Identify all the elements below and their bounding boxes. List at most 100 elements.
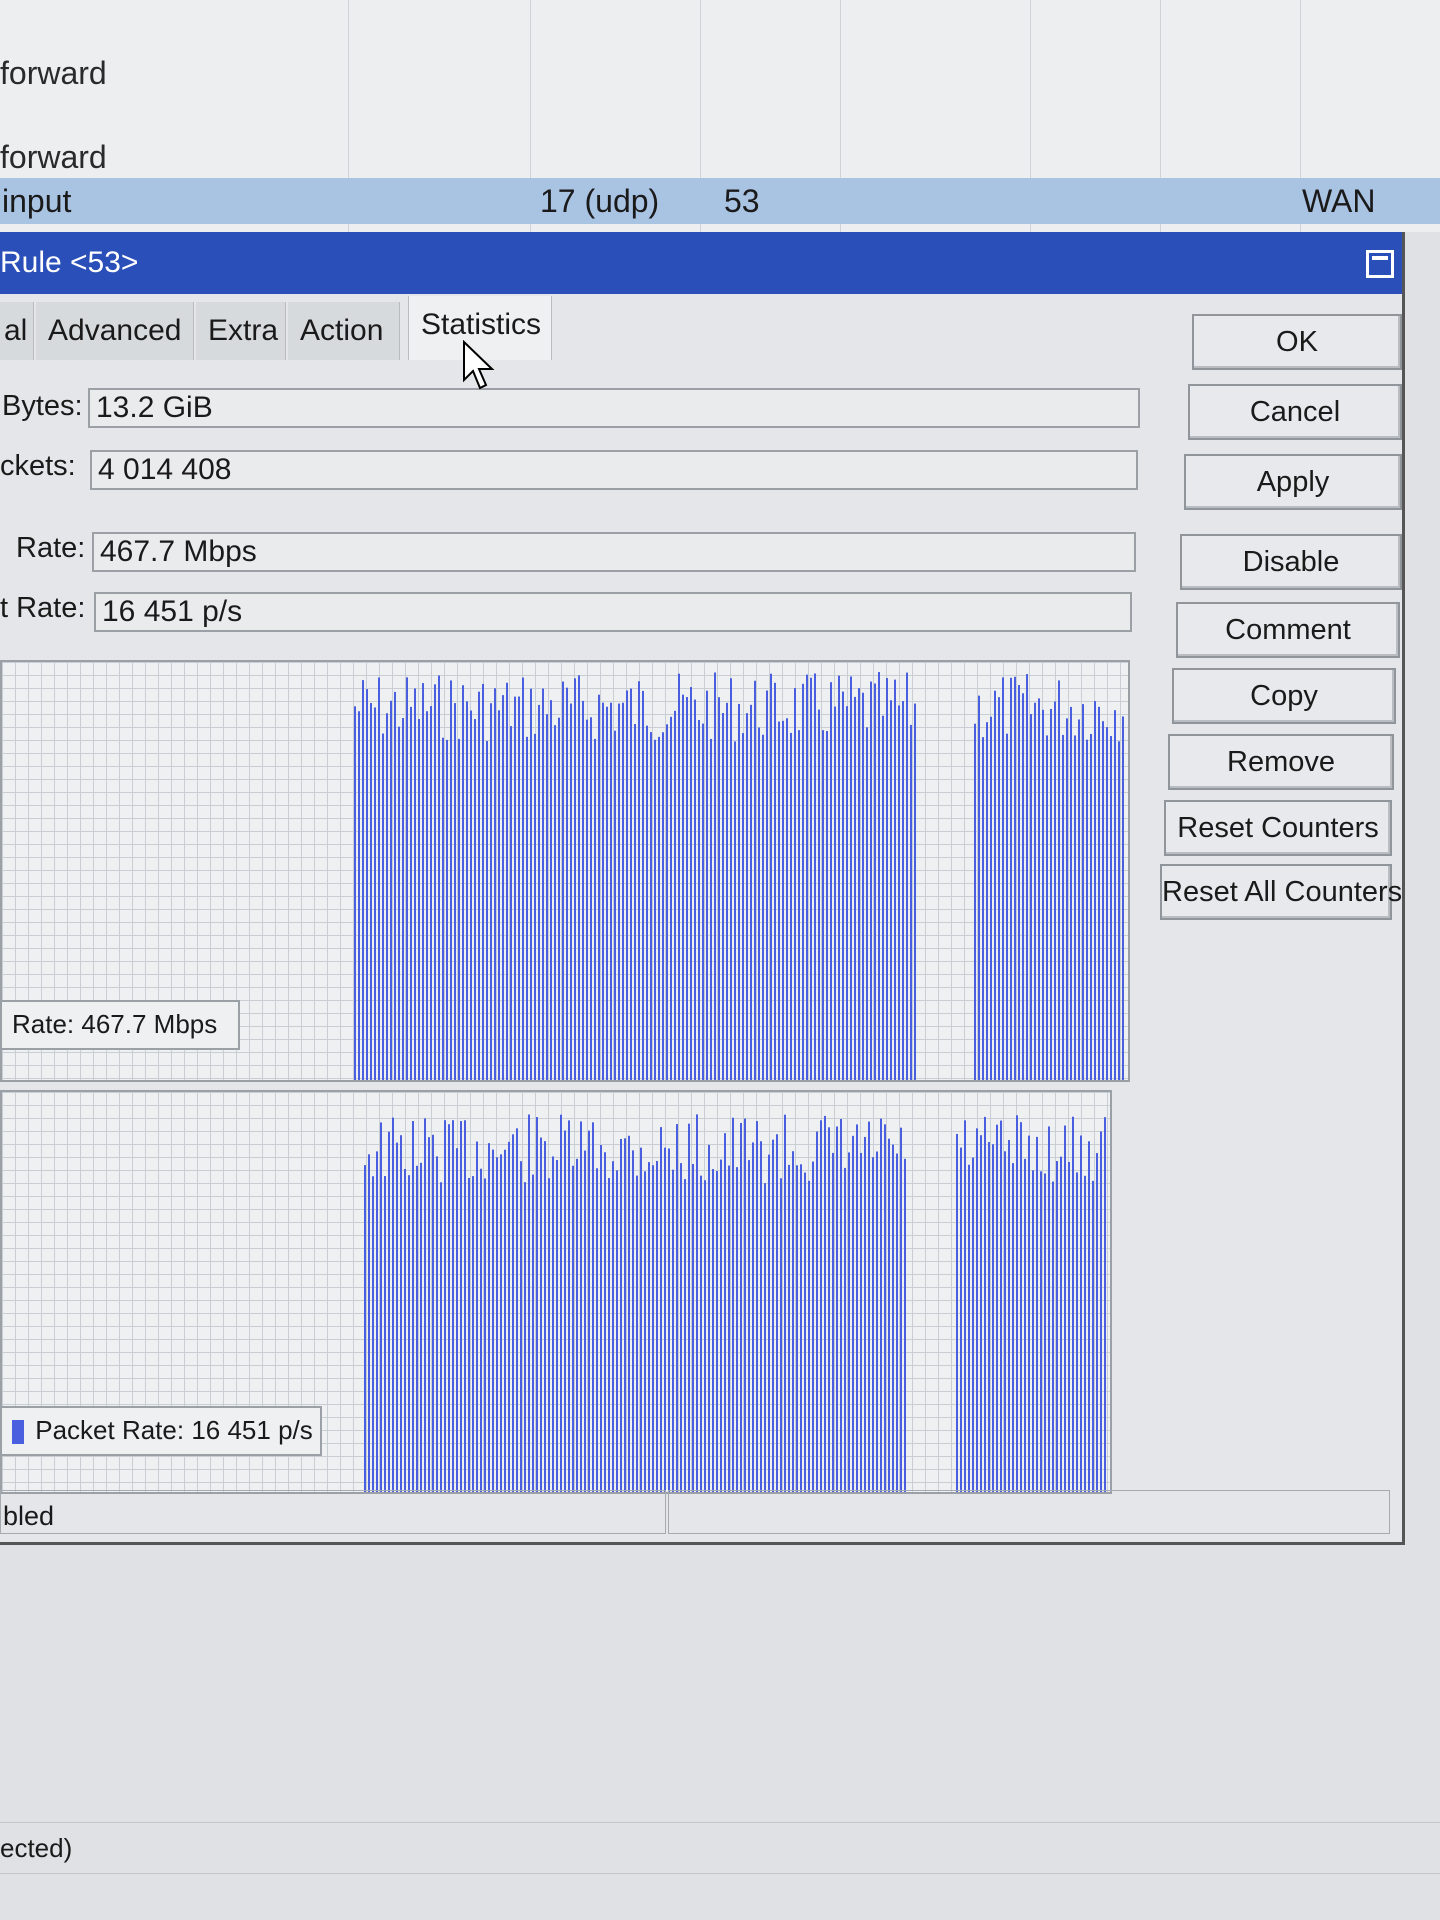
traffic-bar — [448, 1124, 450, 1492]
traffic-bar — [648, 1162, 650, 1492]
traffic-bar — [706, 690, 708, 1080]
traffic-bar — [1064, 1125, 1066, 1492]
traffic-bar — [776, 1134, 778, 1492]
traffic-bar — [494, 688, 496, 1080]
cancel-button[interactable]: Cancel — [1188, 384, 1402, 440]
traffic-bar — [808, 1180, 810, 1492]
traffic-bar — [470, 710, 472, 1080]
tab-action[interactable]: Action — [288, 302, 400, 360]
reset-all-counters-button[interactable]: Reset All Counters — [1160, 864, 1402, 920]
rule-row-selected[interactable]: input 17 (udp) 53 WAN — [0, 178, 1440, 224]
traffic-bar — [472, 1176, 474, 1492]
comment-button[interactable]: Comment — [1176, 602, 1400, 658]
traffic-bar — [904, 1158, 906, 1492]
traffic-bar — [980, 1135, 982, 1492]
traffic-bar — [456, 1148, 458, 1492]
traffic-bar — [548, 1178, 550, 1492]
traffic-bar — [532, 1174, 534, 1492]
selection-status: ected) — [0, 1833, 73, 1863]
traffic-bar — [894, 679, 896, 1080]
reset-counters-button[interactable]: Reset Counters — [1164, 800, 1392, 856]
tab-advanced[interactable]: Advanced — [36, 302, 194, 360]
traffic-bar — [802, 683, 804, 1080]
traffic-bar — [600, 1145, 602, 1492]
traffic-bar — [1076, 1172, 1078, 1492]
traffic-bar — [508, 1141, 510, 1492]
traffic-bar — [824, 1115, 826, 1492]
traffic-bar — [748, 1160, 750, 1492]
traffic-bar — [450, 680, 452, 1080]
traffic-bar — [688, 1123, 690, 1492]
traffic-bar — [816, 1131, 818, 1492]
traffic-bar — [392, 1117, 394, 1492]
traffic-bar — [626, 690, 628, 1080]
disable-button[interactable]: Disable — [1180, 534, 1402, 590]
traffic-bar — [546, 714, 548, 1080]
traffic-bar — [562, 681, 564, 1080]
rule-row[interactable]: forward — [0, 50, 1440, 96]
packet-rate-field[interactable]: 16 451 p/s — [94, 592, 1132, 632]
traffic-bar — [432, 1134, 434, 1492]
traffic-bar — [578, 675, 580, 1080]
traffic-bar — [476, 1141, 478, 1492]
traffic-bar — [690, 687, 692, 1080]
remove-button[interactable]: Remove — [1168, 734, 1394, 790]
traffic-bar — [998, 697, 1000, 1080]
traffic-bar — [552, 1156, 554, 1492]
traffic-bar — [610, 702, 612, 1080]
dialog-titlebar[interactable]: Rule <53> — [0, 232, 1402, 294]
traffic-bar — [698, 720, 700, 1080]
traffic-bar — [1030, 714, 1032, 1080]
traffic-bar — [832, 1152, 834, 1492]
traffic-bar — [478, 691, 480, 1080]
traffic-bar — [906, 672, 908, 1080]
traffic-bar — [526, 736, 528, 1080]
tab-general[interactable]: al — [0, 302, 34, 360]
traffic-bar — [602, 702, 604, 1080]
traffic-bar — [598, 694, 600, 1080]
traffic-bar — [986, 722, 988, 1080]
traffic-bar — [880, 1118, 882, 1492]
traffic-bar — [426, 711, 428, 1080]
traffic-bar — [504, 1149, 506, 1492]
traffic-bar — [1066, 718, 1068, 1080]
traffic-bar — [840, 1119, 842, 1492]
traffic-bar — [996, 1124, 998, 1492]
rate-label: Rate: — [16, 532, 86, 564]
traffic-bar — [1098, 706, 1100, 1080]
copy-button[interactable]: Copy — [1172, 668, 1396, 724]
traffic-bar — [1022, 693, 1024, 1080]
traffic-bar — [544, 1141, 546, 1492]
traffic-bar — [978, 695, 980, 1080]
traffic-bar — [500, 1154, 502, 1492]
traffic-bar — [780, 1178, 782, 1492]
rule-row[interactable]: forward — [0, 134, 1440, 180]
traffic-bar — [498, 710, 500, 1080]
maximize-icon[interactable] — [1366, 250, 1394, 278]
traffic-bar — [902, 701, 904, 1080]
traffic-bar — [518, 696, 520, 1080]
rule-protocol: 17 (udp) — [540, 183, 660, 219]
traffic-bar — [810, 677, 812, 1080]
traffic-bar — [380, 1122, 382, 1492]
traffic-bar — [514, 696, 516, 1080]
apply-button[interactable]: Apply — [1184, 454, 1402, 510]
dialog-status-bar: bled — [0, 1488, 1402, 1538]
traffic-bar — [868, 1121, 870, 1492]
traffic-bar — [992, 1144, 994, 1492]
traffic-bar — [442, 737, 444, 1080]
ok-button[interactable]: OK — [1192, 314, 1402, 370]
traffic-bar — [734, 741, 736, 1080]
traffic-bar — [636, 1175, 638, 1492]
packets-field[interactable]: 4 014 408 — [90, 450, 1138, 490]
traffic-bar — [700, 1175, 702, 1492]
traffic-bar — [956, 1133, 958, 1492]
rule-dialog: Rule <53> al Advanced Extra Action Stati… — [0, 232, 1405, 1545]
traffic-bar — [1106, 727, 1108, 1080]
traffic-bar — [582, 700, 584, 1080]
traffic-bar — [606, 706, 608, 1080]
rate-field[interactable]: 467.7 Mbps — [92, 532, 1136, 572]
bytes-field[interactable]: 13.2 GiB — [88, 388, 1140, 428]
tab-extra[interactable]: Extra — [196, 302, 286, 360]
traffic-bar — [1118, 741, 1120, 1080]
